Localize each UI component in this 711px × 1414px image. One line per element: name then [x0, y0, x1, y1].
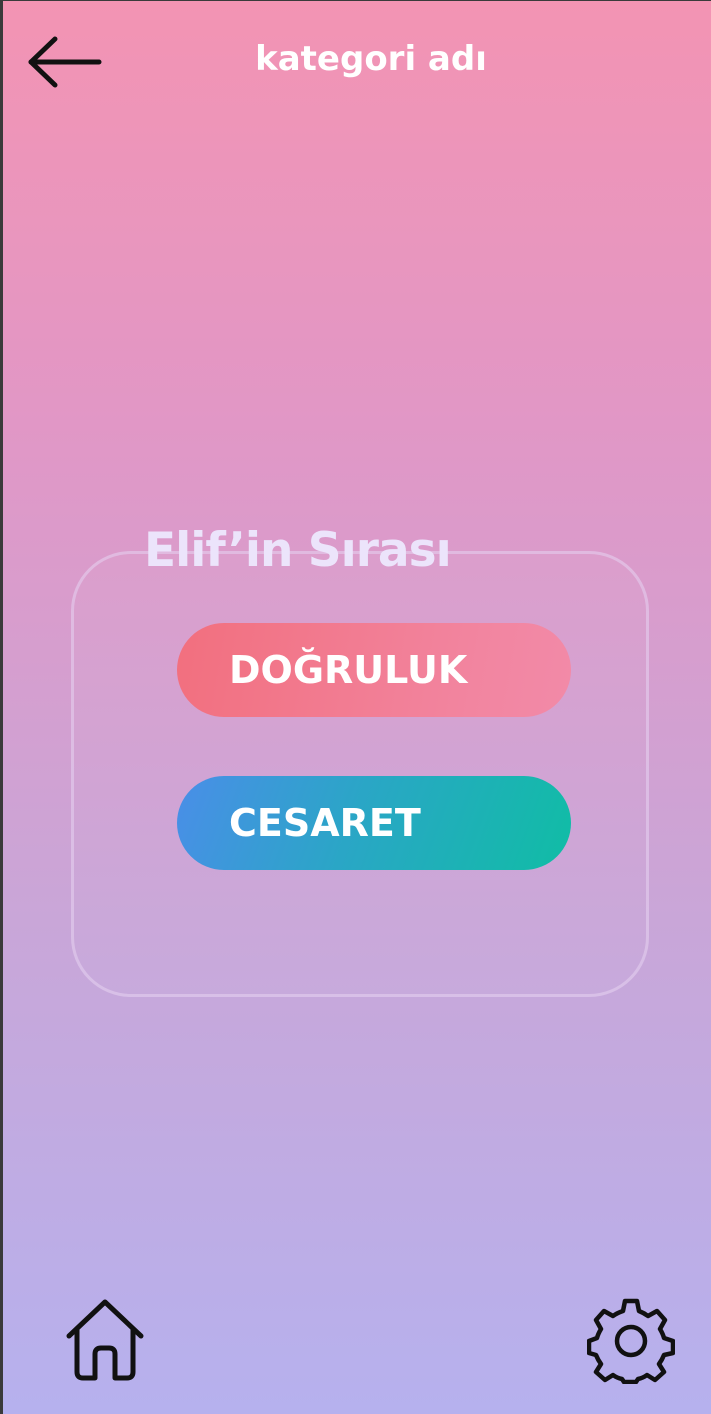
- turn-label: Elif’in Sırası: [144, 523, 452, 578]
- gear-icon: [586, 1298, 676, 1385]
- settings-button[interactable]: [586, 1296, 676, 1385]
- dare-button-label: CESARET: [229, 801, 421, 845]
- page-title: kategori adı: [255, 39, 487, 79]
- truth-button-label: DOĞRULUK: [229, 648, 468, 692]
- game-screen: kategori adı Elif’in Sırası DOĞRULUK CES…: [3, 1, 711, 1414]
- home-button[interactable]: [61, 1296, 149, 1384]
- home-icon: [66, 1299, 144, 1381]
- truth-button[interactable]: DOĞRULUK: [177, 623, 571, 717]
- dare-button[interactable]: CESARET: [177, 776, 571, 870]
- turn-card: [71, 551, 649, 997]
